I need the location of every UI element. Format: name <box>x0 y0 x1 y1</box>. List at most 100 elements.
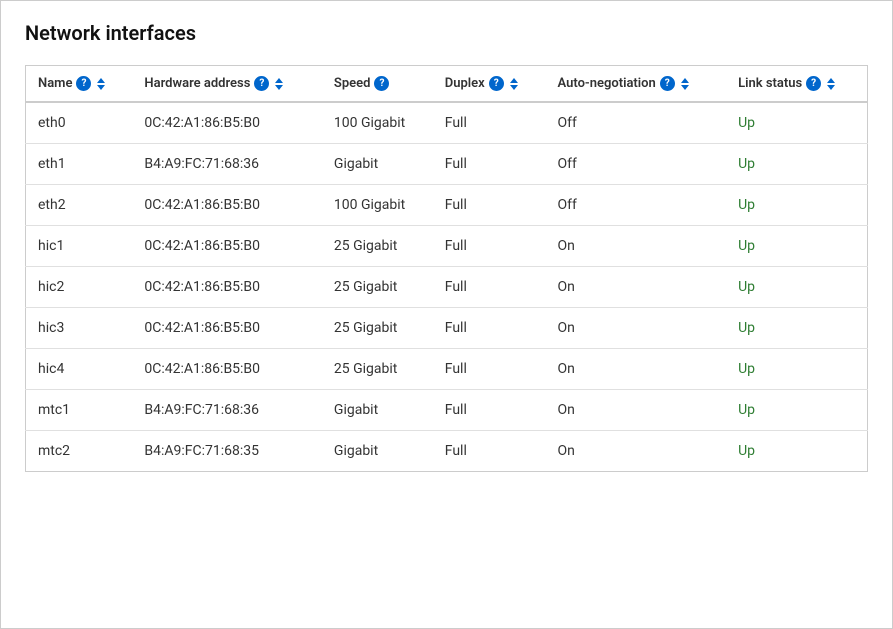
cell-duplex: Full <box>433 431 546 472</box>
cell-auto_negotiation: On <box>546 431 727 472</box>
cell-link_status: Up <box>726 185 867 226</box>
cell-speed: Gigabit <box>322 431 433 472</box>
cell-link_status: Up <box>726 226 867 267</box>
cell-hardware_address: B4:A9:FC:71:68:36 <box>132 144 321 185</box>
name-help-icon[interactable]: ? <box>76 76 91 91</box>
col-auto-negotiation-label: Auto-negotiation <box>558 76 656 91</box>
col-hardware-address-label: Hardware address <box>144 76 250 91</box>
sort-down-icon <box>275 85 283 90</box>
cell-hardware_address: 0C:42:A1:86:B5:B0 <box>132 349 321 390</box>
col-header-duplex: Duplex ? <box>433 66 546 103</box>
cell-auto_negotiation: Off <box>546 144 727 185</box>
hardware-address-sort[interactable] <box>275 77 283 91</box>
cell-hardware_address: 0C:42:A1:86:B5:B0 <box>132 308 321 349</box>
name-sort[interactable] <box>97 77 105 91</box>
col-header-name: Name ? <box>26 66 133 103</box>
cell-hardware_address: 0C:42:A1:86:B5:B0 <box>132 267 321 308</box>
auto-negotiation-sort[interactable] <box>681 77 689 91</box>
sort-up-icon <box>681 78 689 83</box>
col-duplex-label: Duplex <box>445 76 485 91</box>
cell-duplex: Full <box>433 185 546 226</box>
col-header-link-status: Link status ? <box>726 66 867 103</box>
cell-duplex: Full <box>433 267 546 308</box>
sort-up-icon <box>510 78 518 83</box>
cell-name: hic3 <box>26 308 133 349</box>
col-link-status-label: Link status <box>738 76 802 91</box>
col-speed-label: Speed <box>334 76 371 91</box>
cell-duplex: Full <box>433 308 546 349</box>
cell-name: eth0 <box>26 102 133 144</box>
cell-auto_negotiation: On <box>546 267 727 308</box>
speed-help-icon[interactable]: ? <box>374 76 389 91</box>
cell-hardware_address: 0C:42:A1:86:B5:B0 <box>132 226 321 267</box>
network-interfaces-page: Network interfaces Name ? Hardwa <box>0 0 893 629</box>
cell-auto_negotiation: On <box>546 349 727 390</box>
hardware-address-help-icon[interactable]: ? <box>254 76 269 91</box>
cell-name: hic4 <box>26 349 133 390</box>
sort-down-icon <box>510 85 518 90</box>
header-row: Name ? Hardware address ? <box>26 66 868 103</box>
cell-hardware_address: B4:A9:FC:71:68:35 <box>132 431 321 472</box>
sort-down-icon <box>97 85 105 90</box>
col-header-speed: Speed ? <box>322 66 433 103</box>
table-row: hic20C:42:A1:86:B5:B025 GigabitFullOnUp <box>26 267 868 308</box>
cell-name: hic1 <box>26 226 133 267</box>
cell-duplex: Full <box>433 102 546 144</box>
cell-duplex: Full <box>433 349 546 390</box>
cell-link_status: Up <box>726 349 867 390</box>
table-row: eth00C:42:A1:86:B5:B0100 GigabitFullOffU… <box>26 102 868 144</box>
network-interfaces-table: Name ? Hardware address ? <box>25 65 868 472</box>
col-header-auto-negotiation: Auto-negotiation ? <box>546 66 727 103</box>
table-body: eth00C:42:A1:86:B5:B0100 GigabitFullOffU… <box>26 102 868 472</box>
duplex-sort[interactable] <box>510 77 518 91</box>
cell-name: mtc1 <box>26 390 133 431</box>
cell-speed: 25 Gigabit <box>322 267 433 308</box>
table-header: Name ? Hardware address ? <box>26 66 868 103</box>
cell-speed: Gigabit <box>322 390 433 431</box>
sort-up-icon <box>275 78 283 83</box>
link-status-help-icon[interactable]: ? <box>806 76 821 91</box>
sort-down-icon <box>827 85 835 90</box>
table-row: hic10C:42:A1:86:B5:B025 GigabitFullOnUp <box>26 226 868 267</box>
cell-speed: Gigabit <box>322 144 433 185</box>
cell-name: eth1 <box>26 144 133 185</box>
cell-auto_negotiation: On <box>546 226 727 267</box>
sort-down-icon <box>681 85 689 90</box>
col-header-hardware-address: Hardware address ? <box>132 66 321 103</box>
cell-auto_negotiation: Off <box>546 102 727 144</box>
cell-speed: 25 Gigabit <box>322 226 433 267</box>
cell-hardware_address: 0C:42:A1:86:B5:B0 <box>132 185 321 226</box>
cell-link_status: Up <box>726 102 867 144</box>
cell-link_status: Up <box>726 390 867 431</box>
page-title: Network interfaces <box>25 21 868 45</box>
cell-link_status: Up <box>726 308 867 349</box>
cell-hardware_address: 0C:42:A1:86:B5:B0 <box>132 102 321 144</box>
cell-link_status: Up <box>726 144 867 185</box>
cell-hardware_address: B4:A9:FC:71:68:36 <box>132 390 321 431</box>
sort-up-icon <box>827 78 835 83</box>
cell-speed: 100 Gigabit <box>322 102 433 144</box>
link-status-sort[interactable] <box>827 77 835 91</box>
cell-auto_negotiation: On <box>546 308 727 349</box>
col-name-label: Name <box>38 76 72 91</box>
cell-name: hic2 <box>26 267 133 308</box>
table-row: mtc2B4:A9:FC:71:68:35GigabitFullOnUp <box>26 431 868 472</box>
cell-link_status: Up <box>726 431 867 472</box>
table-row: hic30C:42:A1:86:B5:B025 GigabitFullOnUp <box>26 308 868 349</box>
cell-duplex: Full <box>433 390 546 431</box>
cell-speed: 100 Gigabit <box>322 185 433 226</box>
cell-duplex: Full <box>433 226 546 267</box>
sort-up-icon <box>97 78 105 83</box>
table-row: eth20C:42:A1:86:B5:B0100 GigabitFullOffU… <box>26 185 868 226</box>
cell-name: mtc2 <box>26 431 133 472</box>
cell-duplex: Full <box>433 144 546 185</box>
table-row: hic40C:42:A1:86:B5:B025 GigabitFullOnUp <box>26 349 868 390</box>
table-row: mtc1B4:A9:FC:71:68:36GigabitFullOnUp <box>26 390 868 431</box>
cell-speed: 25 Gigabit <box>322 349 433 390</box>
duplex-help-icon[interactable]: ? <box>489 76 504 91</box>
table-row: eth1B4:A9:FC:71:68:36GigabitFullOffUp <box>26 144 868 185</box>
cell-link_status: Up <box>726 267 867 308</box>
auto-negotiation-help-icon[interactable]: ? <box>660 76 675 91</box>
cell-auto_negotiation: On <box>546 390 727 431</box>
cell-name: eth2 <box>26 185 133 226</box>
